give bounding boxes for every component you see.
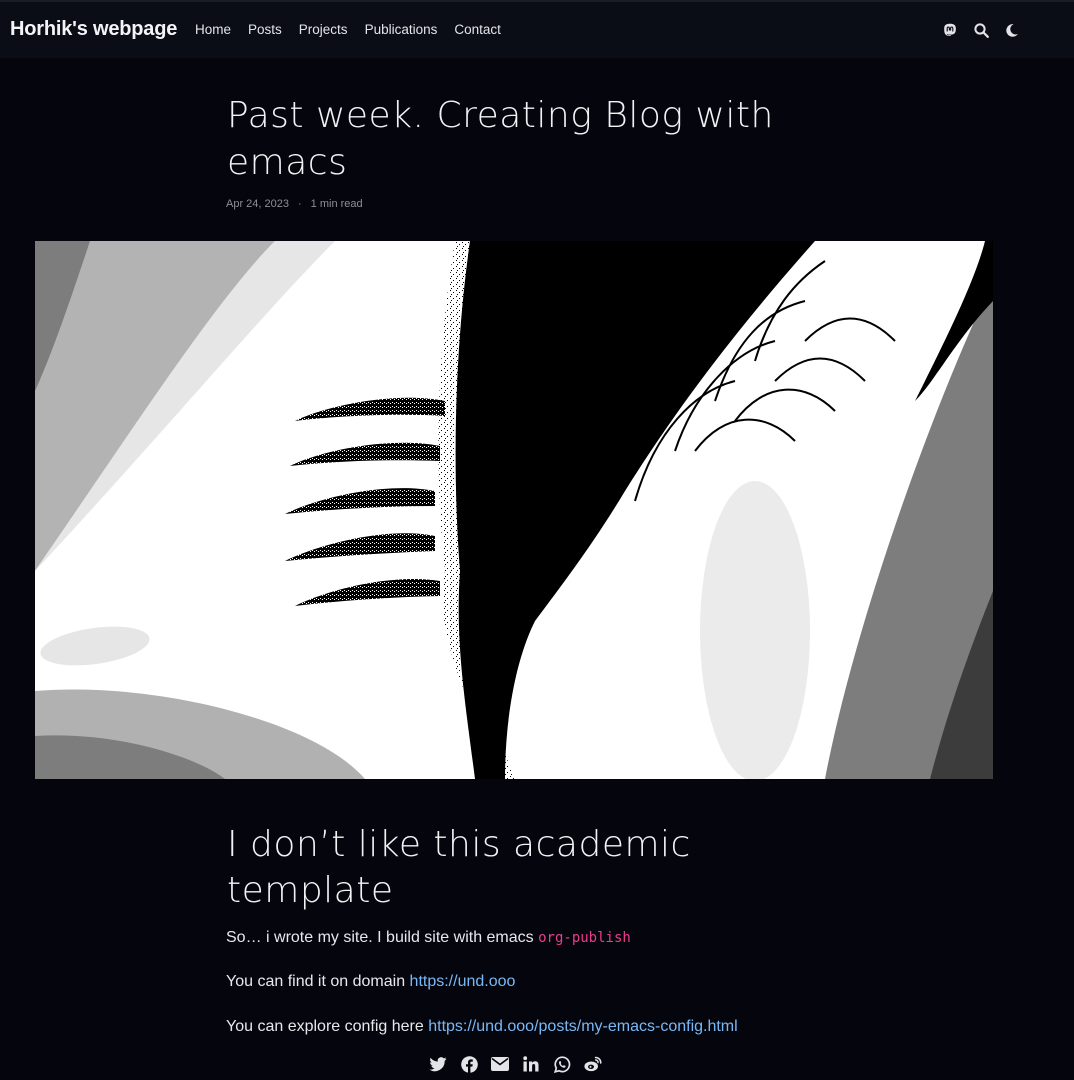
share-buttons (428, 1054, 614, 1074)
paragraph-1: So… i wrote my site. I build site with e… (226, 929, 631, 947)
post-meta: Apr 24, 2023 · 1 min read (226, 198, 363, 210)
paragraph-2-text: You can find it on domain (226, 973, 410, 990)
config-link[interactable]: https://und.ooo/posts/my-emacs-config.ht… (428, 1018, 737, 1035)
twitter-icon[interactable] (428, 1054, 448, 1074)
search-icon[interactable] (972, 20, 990, 40)
paragraph-2: You can find it on domain https://und.oo… (226, 973, 515, 991)
email-icon[interactable] (490, 1054, 510, 1074)
meta-separator: · (298, 198, 302, 210)
reading-time: 1 min read (310, 198, 363, 210)
mastodon-icon[interactable] (941, 20, 959, 40)
weibo-icon[interactable] (583, 1054, 603, 1074)
nav-contact[interactable]: Contact (454, 22, 501, 37)
facebook-icon[interactable] (459, 1054, 479, 1074)
post-title: Past week. Creating Blog with emacs (227, 95, 774, 183)
section-heading: I don’t like this academic template (227, 824, 691, 911)
nav-publications[interactable]: Publications (365, 22, 438, 37)
domain-link[interactable]: https://und.ooo (410, 973, 516, 990)
nav-icons (941, 20, 1034, 40)
post-date: Apr 24, 2023 (226, 198, 289, 210)
nav-projects[interactable]: Projects (299, 22, 348, 37)
nav-links: Home Posts Projects Publications Contact (195, 22, 518, 37)
hero-image (35, 241, 993, 779)
inline-code: org-publish (538, 930, 631, 946)
nav-posts[interactable]: Posts (248, 22, 282, 37)
paragraph-3-text: You can explore config here (226, 1018, 429, 1035)
paragraph-3: You can explore config here https://und.… (226, 1018, 738, 1036)
site-brand[interactable]: Horhik's webpage (10, 18, 177, 41)
navbar: Horhik's webpage Home Posts Projects Pub… (0, 0, 1074, 58)
paragraph-1-text: So… i wrote my site. I build site with e… (226, 929, 539, 946)
moon-icon[interactable] (1003, 20, 1021, 40)
linkedin-icon[interactable] (521, 1054, 541, 1074)
nav-home[interactable]: Home (195, 22, 231, 37)
whatsapp-icon[interactable] (552, 1054, 572, 1074)
